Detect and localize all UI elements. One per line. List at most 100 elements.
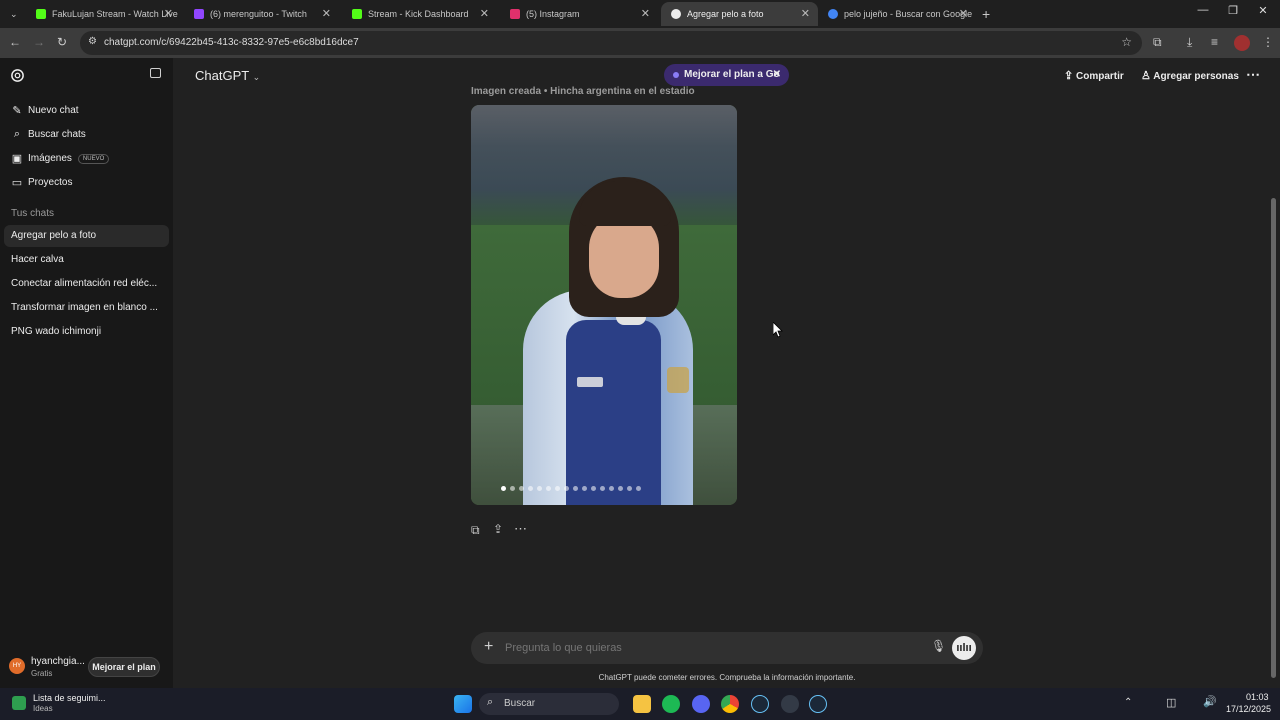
microphone-icon[interactable]: 🎙	[931, 639, 946, 653]
carousel-dot[interactable]	[582, 486, 587, 491]
model-name: ChatGPT	[195, 68, 249, 83]
restore-button[interactable]: ❐	[1218, 4, 1248, 17]
upgrade-plan-button[interactable]: Mejorar el plan	[88, 657, 160, 677]
url-text[interactable]: chatgpt.com/c/69422b45-413c-8332-97e5-e6…	[104, 37, 359, 48]
copy-icon[interactable]: ⧉	[471, 523, 480, 538]
user-name[interactable]: hyanchgia...	[31, 656, 85, 667]
carousel-dot[interactable]	[627, 486, 632, 491]
widgets-button[interactable]: Lista de seguimi... Ideas	[8, 692, 118, 716]
close-icon[interactable]: ✕	[164, 7, 173, 20]
prompt-input[interactable]	[505, 638, 905, 658]
carousel-dot[interactable]	[555, 486, 560, 491]
chat-item[interactable]: Transformar imagen en blanco ...	[4, 297, 169, 319]
forward-icon[interactable]: →	[33, 35, 45, 49]
steam-icon[interactable]	[751, 695, 769, 713]
carousel-dot[interactable]	[501, 486, 506, 491]
network-icon[interactable]: ◫	[1166, 696, 1176, 709]
extensions-icon[interactable]: ⧉	[1153, 35, 1162, 50]
file-explorer-icon[interactable]	[633, 695, 651, 713]
volume-icon[interactable]: 🔊	[1203, 695, 1217, 708]
plus-icon[interactable]: +	[484, 638, 493, 656]
chat-item[interactable]: Conectar alimentación red eléc...	[4, 273, 169, 295]
close-icon[interactable]: ✕	[773, 64, 781, 86]
spotify-icon[interactable]	[662, 695, 680, 713]
close-icon[interactable]: ✕	[480, 7, 489, 20]
menu-icon[interactable]: ⋮	[1262, 35, 1274, 49]
app-icon[interactable]	[781, 695, 799, 713]
site-info-icon[interactable]: ⚙	[88, 36, 97, 47]
browser-tab[interactable]: (6) merenguitoo - Twitch ✕	[184, 2, 339, 26]
clock-time[interactable]: 01:03	[1246, 692, 1269, 702]
more-options-icon[interactable]: ⋯	[1246, 66, 1260, 83]
chatgpt-icon	[671, 9, 681, 19]
share-button[interactable]: ⇪ Compartir	[1064, 69, 1124, 82]
promo-label: Mejorar el plan a Go	[684, 69, 780, 80]
projects-label: Proyectos	[28, 177, 73, 188]
browser-tab[interactable]: Stream - Kick Dashboard ✕	[342, 2, 497, 26]
browser-tab-active[interactable]: Agregar pelo a foto ✕	[661, 2, 818, 26]
carousel-dots[interactable]	[501, 486, 651, 494]
address-bar[interactable]: ⚙ chatgpt.com/c/69422b45-413c-8332-97e5-…	[80, 31, 1142, 55]
close-window-button[interactable]: ✕	[1248, 4, 1278, 17]
bookmark-star-icon[interactable]: ☆	[1121, 35, 1132, 49]
carousel-dot[interactable]	[510, 486, 515, 491]
close-icon[interactable]: ✕	[801, 7, 810, 20]
browser-tab[interactable]: FakuLujan Stream - Watch Live ✕	[26, 2, 181, 26]
close-icon[interactable]: ✕	[959, 7, 968, 20]
new-chat-button[interactable]: ✎ Nuevo chat	[10, 104, 78, 117]
more-options-icon[interactable]: ⋯	[514, 521, 527, 537]
discord-icon[interactable]	[692, 695, 710, 713]
voice-mode-button[interactable]: ıılıı	[952, 636, 976, 660]
carousel-dot[interactable]	[618, 486, 623, 491]
chrome-icon[interactable]	[721, 695, 739, 713]
back-icon[interactable]: ←	[9, 35, 21, 49]
carousel-dot[interactable]	[609, 486, 614, 491]
tab-search-button[interactable]: ⌄	[4, 2, 24, 26]
download-icon[interactable]: ⤓	[1187, 35, 1192, 50]
windows-start-icon[interactable]	[454, 695, 472, 713]
chat-item[interactable]: Hacer calva	[4, 249, 169, 271]
carousel-dot[interactable]	[519, 486, 524, 491]
minimize-button[interactable]: —	[1188, 4, 1218, 16]
browser-tab[interactable]: pelo jujeño - Buscar con Google ✕	[818, 2, 976, 26]
close-icon[interactable]: ✕	[322, 7, 331, 20]
profile-avatar[interactable]	[1234, 35, 1250, 51]
image-icon: ▣	[11, 153, 23, 165]
carousel-dot[interactable]	[528, 486, 533, 491]
scrollbar[interactable]	[1271, 198, 1276, 678]
taskbar-search[interactable]: ⌕ Buscar	[479, 693, 619, 715]
carousel-dot[interactable]	[591, 486, 596, 491]
clock-date[interactable]: 17/12/2025	[1226, 704, 1271, 714]
carousel-dot[interactable]	[636, 486, 641, 491]
carousel-dot[interactable]	[600, 486, 605, 491]
images-button[interactable]: ▣ Imágenes NUEVO	[10, 152, 110, 165]
browser-tab[interactable]: (5) Instagram ✕	[500, 2, 658, 26]
search-chats-button[interactable]: ⌕ Buscar chats	[10, 128, 86, 141]
reload-icon[interactable]: ↻	[57, 35, 67, 49]
edit-icon: ✎	[12, 105, 22, 117]
user-plan: Gratis	[31, 669, 53, 678]
steam-icon[interactable]	[809, 695, 827, 713]
projects-button[interactable]: ▭ Proyectos	[10, 176, 73, 189]
twitch-icon	[194, 9, 204, 19]
toggle-sidebar-icon[interactable]	[150, 68, 161, 78]
share-icon[interactable]: ⇪	[493, 522, 503, 536]
user-avatar[interactable]: HY	[9, 658, 25, 674]
carousel-dot[interactable]	[573, 486, 578, 491]
chevron-down-icon: ⌄	[10, 8, 18, 19]
carousel-dot[interactable]	[537, 486, 542, 491]
chat-item[interactable]: Agregar pelo a foto	[4, 225, 169, 247]
media-icon[interactable]: ≡	[1211, 35, 1218, 49]
carousel-dot[interactable]	[546, 486, 551, 491]
new-tab-button[interactable]: +	[978, 2, 998, 26]
chat-item[interactable]: PNG wado ichimonji	[4, 321, 169, 343]
upgrade-promo-pill[interactable]: Mejorar el plan a Go ✕	[664, 64, 789, 86]
chevron-up-icon[interactable]: ⌃	[1124, 697, 1132, 708]
images-label: Imágenes	[28, 153, 72, 164]
close-icon[interactable]: ✕	[641, 7, 650, 20]
generated-image[interactable]	[471, 105, 737, 505]
add-people-button[interactable]: ♙ Agregar personas	[1141, 69, 1239, 82]
carousel-dot[interactable]	[564, 486, 569, 491]
openai-logo-icon[interactable]	[10, 68, 25, 83]
model-selector[interactable]: ChatGPT ⌄	[195, 68, 260, 83]
